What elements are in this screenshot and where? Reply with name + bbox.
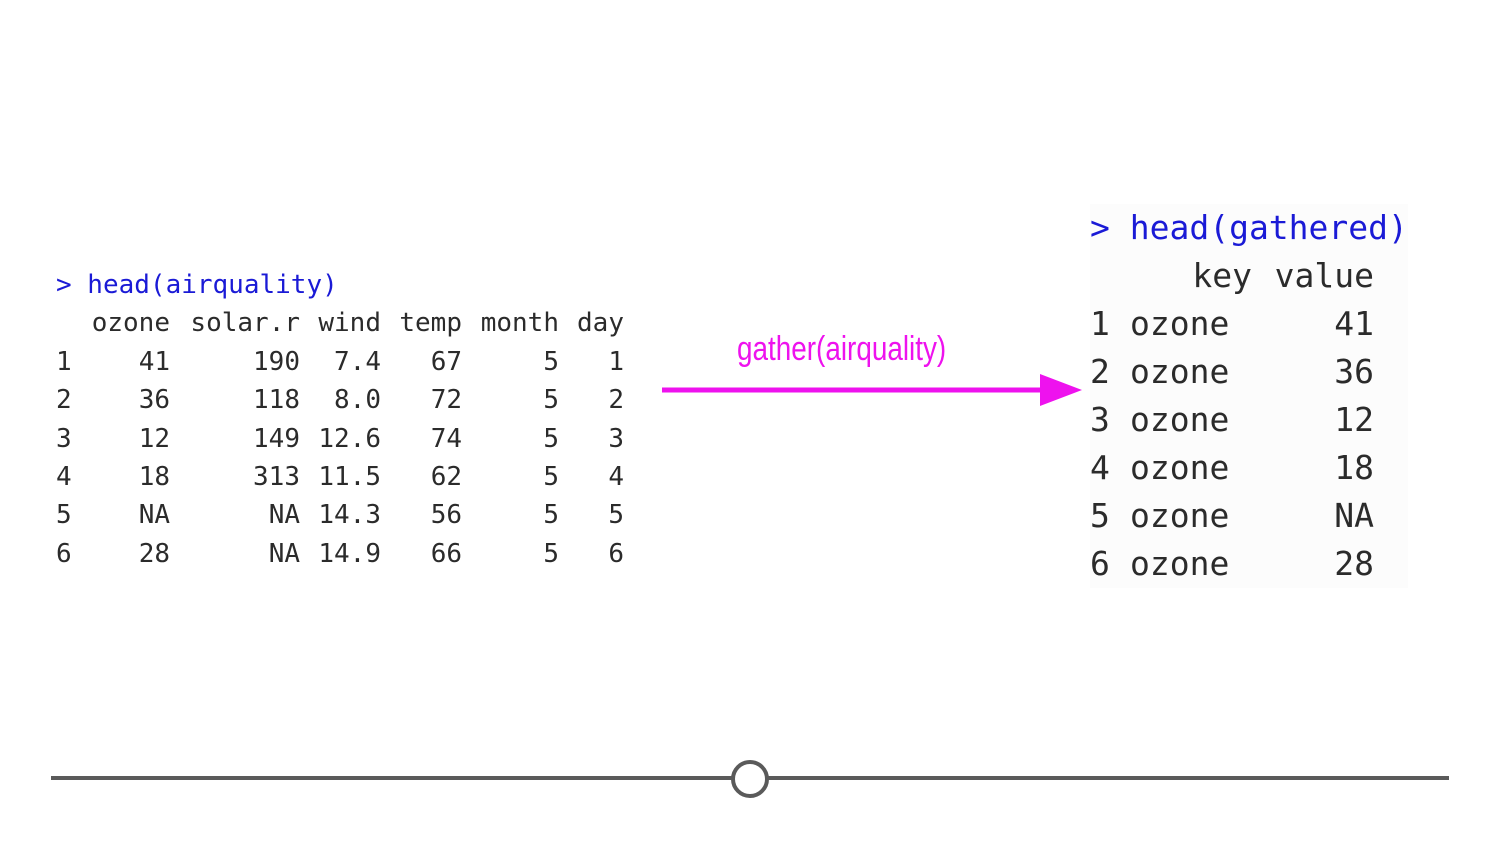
table-cell: 1 (608, 346, 624, 377)
airquality-table: ozone solar.r wind temp month day 1 41 1… (56, 304, 624, 573)
table-cell: 12 (138, 423, 170, 454)
gathered-prompt: > head(gathered) (1090, 208, 1408, 247)
table-cell: 18 (138, 462, 170, 493)
table-row: 1 ozone 41 (1090, 300, 1374, 348)
table-cell: 5 (543, 346, 559, 377)
row-number: 2 (56, 385, 72, 416)
table-cell: 8.0 (334, 385, 381, 416)
table-row: 4 ozone 18 (1090, 444, 1374, 492)
table-row: 3 12 149 12.6 74 5 3 (56, 420, 624, 458)
table-row: 6 ozone 28 (1090, 540, 1374, 588)
table-cell: 7.4 (334, 346, 381, 377)
gathered-table: key value 1 ozone 41 2 ozone 36 3 ozone … (1090, 252, 1374, 588)
row-number: 5 (56, 500, 72, 531)
table-cell: 66 (430, 538, 462, 569)
table-cell: 4 (608, 462, 624, 493)
table-cell: 5 (543, 462, 559, 493)
row-number: 5 (1090, 496, 1110, 535)
row-number: 2 (1090, 352, 1110, 391)
arrow-head (1040, 374, 1082, 406)
airquality-prompt: > head(airquality) (56, 270, 338, 300)
table-cell: ozone (1130, 448, 1230, 487)
table-cell: 149 (253, 423, 300, 454)
table-row: 2 ozone 36 (1090, 348, 1374, 396)
table-cell: 28 (138, 538, 170, 569)
table-cell: ozone (1130, 544, 1230, 583)
table-row: 6 28 NA 14.9 66 5 6 (56, 535, 624, 573)
row-number: 4 (1090, 448, 1110, 487)
table-cell: 72 (430, 385, 462, 416)
table-row: 4 18 313 11.5 62 5 4 (56, 458, 624, 496)
table-cell: 41 (138, 346, 170, 377)
table-cell: 28 (1334, 544, 1374, 583)
table-cell: NA (268, 538, 300, 569)
table-cell: 12.6 (318, 423, 381, 454)
table-cell: 62 (430, 462, 462, 493)
row-number: 6 (1090, 544, 1110, 583)
table-row: 5 ozone NA (1090, 492, 1374, 540)
row-number: 6 (56, 538, 72, 569)
table-cell: 74 (430, 423, 462, 454)
table-row: 5 NA NA 14.3 56 5 5 (56, 496, 624, 534)
row-number: 3 (56, 423, 72, 454)
table-cell: ozone (1130, 352, 1230, 391)
column-header: temp (399, 308, 462, 339)
table-cell: 2 (608, 385, 624, 416)
column-header: day (577, 308, 624, 339)
table-cell: 36 (1334, 352, 1374, 391)
timeline-circle-icon (731, 760, 769, 798)
row-number: 1 (56, 346, 72, 377)
column-header: key (1192, 256, 1252, 295)
gathered-console: > head(gathered) key value 1 ozone 41 2 … (1090, 204, 1408, 588)
table-header-row: ozone solar.r wind temp month day (56, 304, 624, 342)
row-number: 1 (1090, 304, 1110, 343)
table-cell: 14.9 (318, 538, 381, 569)
table-cell: 41 (1334, 304, 1374, 343)
table-cell: ozone (1130, 400, 1230, 439)
table-cell: 5 (608, 500, 624, 531)
table-cell: 67 (430, 346, 462, 377)
table-cell: 6 (608, 538, 624, 569)
airquality-console: > head(airquality) ozone solar.r wind te… (56, 266, 624, 573)
table-cell: 12 (1334, 400, 1374, 439)
table-cell: NA (1334, 496, 1374, 535)
gather-label: gather(airquality) (737, 330, 947, 368)
table-cell: 56 (430, 500, 462, 531)
table-cell: 36 (138, 385, 170, 416)
table-cell: 5 (543, 385, 559, 416)
table-cell: 18 (1334, 448, 1374, 487)
table-cell: 5 (543, 538, 559, 569)
column-header: wind (318, 308, 381, 339)
column-header: value (1274, 256, 1374, 295)
table-cell: 5 (543, 423, 559, 454)
table-cell: NA (268, 500, 300, 531)
table-cell: ozone (1130, 304, 1230, 343)
table-row: 2 36 118 8.0 72 5 2 (56, 381, 624, 419)
table-cell: 190 (253, 346, 300, 377)
table-cell: 118 (253, 385, 300, 416)
table-header-row: key value (1090, 252, 1374, 300)
table-cell: 5 (543, 500, 559, 531)
table-cell: NA (138, 500, 170, 531)
table-cell: 313 (253, 462, 300, 493)
row-number: 4 (56, 462, 72, 493)
table-cell: ozone (1130, 496, 1230, 535)
table-cell: 11.5 (318, 462, 381, 493)
row-number: 3 (1090, 400, 1110, 439)
table-row: 3 ozone 12 (1090, 396, 1374, 444)
slide-timeline (51, 760, 1449, 798)
transform-arrow (662, 374, 1082, 406)
column-header: solar.r (190, 308, 300, 339)
table-cell: 3 (608, 423, 624, 454)
column-header: month (480, 308, 559, 339)
column-header: ozone (91, 308, 170, 339)
table-cell: 14.3 (318, 500, 381, 531)
table-row: 1 41 190 7.4 67 5 1 (56, 343, 624, 381)
